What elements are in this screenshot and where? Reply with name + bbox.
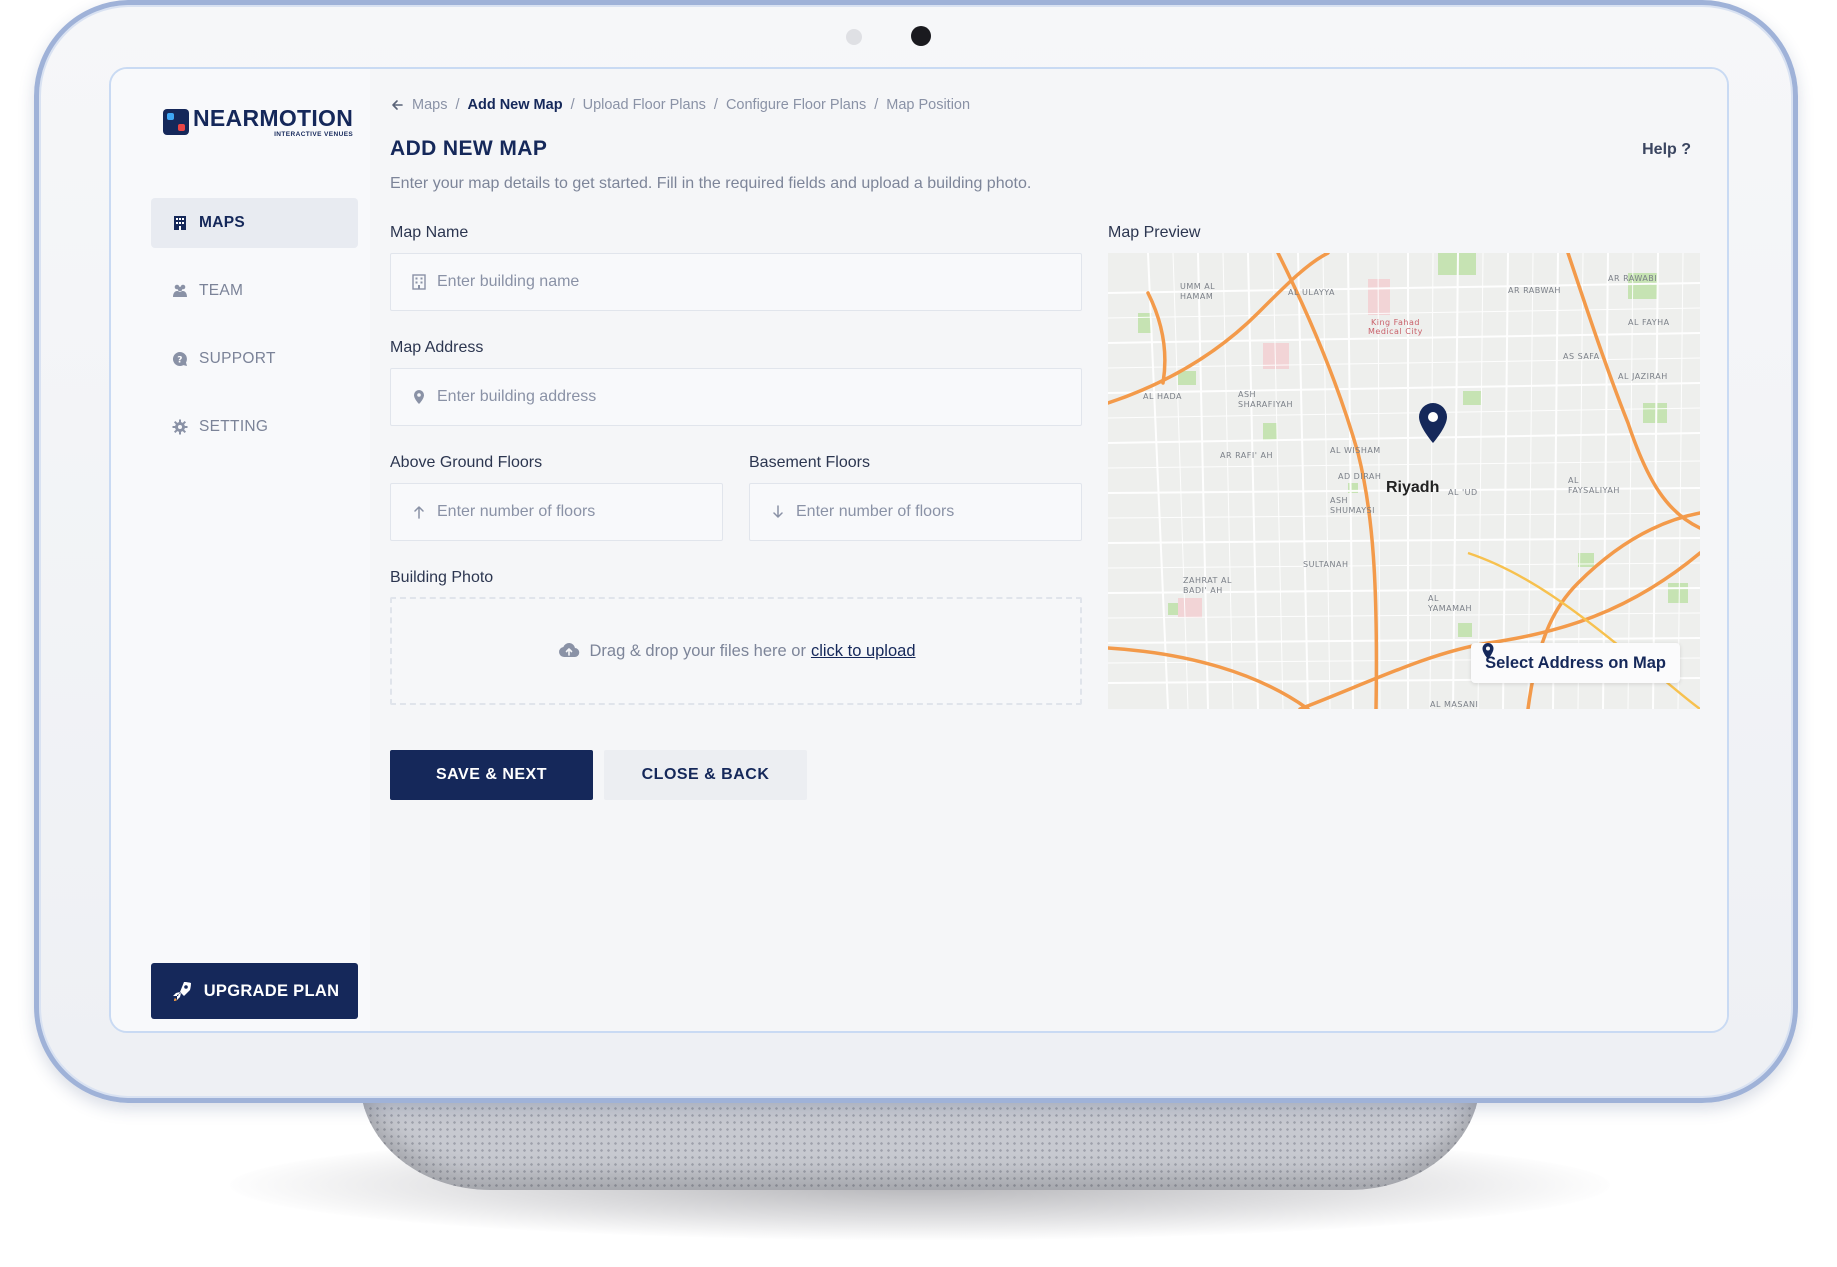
back-arrow-icon[interactable] [390, 98, 404, 112]
breadcrumb-separator: / [713, 97, 718, 113]
breadcrumb-separator: / [874, 97, 879, 113]
team-icon [171, 282, 189, 300]
building-icon [412, 274, 426, 290]
map-name-label: Map Name [390, 224, 469, 241]
photo-dropzone[interactable]: Drag & drop your files here or click to … [390, 597, 1082, 705]
svg-text:AR RABWAH: AR RABWAH [1508, 286, 1561, 295]
camera [911, 26, 931, 46]
svg-text:ZAHRAT AL: ZAHRAT AL [1183, 576, 1232, 585]
breadcrumb-map-position[interactable]: Map Position [886, 97, 970, 113]
sidebar-item-team[interactable]: TEAM [151, 266, 358, 316]
help-button[interactable]: Help ? [1642, 141, 1691, 159]
brand-name: NEARMOTION [193, 105, 354, 131]
location-pin-icon [1482, 643, 1494, 659]
dropzone-text: Drag & drop your files here or [589, 641, 806, 660]
map-name-input[interactable]: Enter building name [390, 253, 1082, 311]
sidebar-item-label: SETTING [199, 418, 269, 435]
upgrade-plan-label: UPGRADE PLAN [203, 981, 340, 1000]
map-address-input[interactable]: Enter building address [390, 368, 1082, 426]
support-icon: ? [171, 350, 189, 368]
upgrade-plan-button[interactable]: UPGRADE PLAN [151, 963, 358, 1019]
building-photo-label: Building Photo [390, 569, 494, 586]
svg-text:UMM AL: UMM AL [1180, 282, 1215, 291]
brand-tagline: INTERACTIVE VENUES [274, 131, 354, 138]
svg-text:YAMAMAH: YAMAMAH [1427, 604, 1472, 613]
svg-text:AD DIRAH: AD DIRAH [1338, 472, 1381, 481]
svg-text:SHARAFIYAH: SHARAFIYAH [1238, 400, 1293, 409]
above-ground-floors-placeholder: Enter number of floors [437, 503, 596, 520]
svg-text:Medical City: Medical City [1368, 327, 1423, 336]
svg-text:BADI' AH: BADI' AH [1183, 586, 1223, 595]
brand-logo[interactable]: NEARMOTION INTERACTIVE VENUES [163, 107, 353, 139]
breadcrumb-configure-floor-plans[interactable]: Configure Floor Plans [726, 97, 866, 113]
svg-text:SHUMAYSI: SHUMAYSI [1330, 506, 1375, 515]
logo-mark-icon [163, 109, 189, 135]
above-ground-floors-input[interactable]: Enter number of floors [390, 483, 723, 541]
basement-floors-input[interactable]: Enter number of floors [749, 483, 1082, 541]
svg-text:AR RAFI' AH: AR RAFI' AH [1220, 451, 1273, 460]
breadcrumb-separator: / [455, 97, 460, 113]
basement-floors-label: Basement Floors [749, 454, 870, 471]
arrow-up-icon [414, 506, 424, 519]
select-address-label: Select Address on Map [1485, 653, 1666, 672]
breadcrumb-upload-floor-plans[interactable]: Upload Floor Plans [583, 97, 706, 113]
svg-text:HAMAM: HAMAM [1180, 292, 1213, 301]
light-sensor [846, 29, 862, 45]
svg-text:ASH: ASH [1238, 390, 1256, 399]
basement-floors-placeholder: Enter number of floors [796, 503, 955, 520]
svg-text:AS SAFA: AS SAFA [1563, 352, 1600, 361]
above-ground-floors-label: Above Ground Floors [390, 454, 543, 471]
arrow-down-icon [773, 505, 783, 518]
sidebar: NEARMOTION INTERACTIVE VENUES MAPS TEAM [111, 69, 370, 1031]
breadcrumb-maps[interactable]: Maps [412, 97, 447, 113]
page-subtitle: Enter your map details to get started. F… [390, 175, 1032, 192]
breadcrumb-separator: / [570, 97, 575, 113]
svg-text:AL MASANI: AL MASANI [1430, 700, 1478, 709]
rocket-icon [172, 982, 191, 1001]
device-frame: NEARMOTION INTERACTIVE VENUES MAPS TEAM [34, 0, 1798, 1103]
sidebar-item-label: MAPS [199, 214, 245, 231]
breadcrumb: Maps / Add New Map / Upload Floor Plans … [390, 97, 970, 113]
app-screen: NEARMOTION INTERACTIVE VENUES MAPS TEAM [109, 67, 1729, 1033]
map-preview-label: Map Preview [1108, 224, 1201, 241]
map-city-label: Riyadh [1386, 479, 1440, 496]
svg-text:AL JAZIRAH: AL JAZIRAH [1618, 372, 1668, 381]
svg-text:FAYSALIYAH: FAYSALIYAH [1568, 486, 1620, 495]
sidebar-item-support[interactable]: ? SUPPORT [151, 334, 358, 384]
map-address-placeholder: Enter building address [437, 388, 597, 405]
sidebar-nav: MAPS TEAM ? SUPPORT SETTING [151, 198, 358, 470]
cloud-upload-icon [558, 642, 579, 658]
building-icon [171, 214, 189, 232]
svg-text:ASH: ASH [1330, 496, 1348, 505]
map-preview[interactable]: UMM AL HAMAM AL ULAYYA AR RABWAH AR RAWAB… [1108, 253, 1700, 709]
svg-text:AL HADA: AL HADA [1143, 392, 1182, 401]
click-to-upload-link[interactable]: click to upload [811, 642, 916, 661]
map-name-placeholder: Enter building name [437, 273, 580, 290]
sidebar-item-maps[interactable]: MAPS [151, 198, 358, 248]
svg-text:AL FAYHA: AL FAYHA [1628, 318, 1670, 327]
svg-text:AL ULAYYA: AL ULAYYA [1288, 288, 1335, 297]
sidebar-item-label: SUPPORT [199, 350, 276, 367]
svg-text:King Fahad: King Fahad [1371, 318, 1420, 327]
svg-text:AL WISHAM: AL WISHAM [1330, 446, 1381, 455]
svg-text:AL: AL [1568, 476, 1579, 485]
svg-text:AL 'UD: AL 'UD [1448, 488, 1478, 497]
gear-icon [171, 418, 189, 436]
sidebar-item-setting[interactable]: SETTING [151, 402, 358, 452]
map-address-label: Map Address [390, 339, 484, 356]
sidebar-item-label: TEAM [199, 282, 244, 299]
svg-text:?: ? [177, 356, 183, 366]
svg-text:AL: AL [1428, 594, 1439, 603]
close-back-button[interactable]: CLOSE & BACK [604, 750, 807, 800]
svg-text:SULTANAH: SULTANAH [1303, 560, 1349, 569]
page-title: ADD NEW MAP [390, 137, 548, 160]
main-content: Maps / Add New Map / Upload Floor Plans … [370, 69, 1727, 1031]
location-pin-icon [414, 390, 424, 404]
select-address-on-map-button[interactable]: Select Address on Map [1471, 643, 1680, 683]
svg-text:AR RAWABI: AR RAWABI [1608, 274, 1657, 283]
breadcrumb-add-new-map[interactable]: Add New Map [468, 97, 563, 113]
save-next-button[interactable]: SAVE & NEXT [390, 750, 593, 800]
